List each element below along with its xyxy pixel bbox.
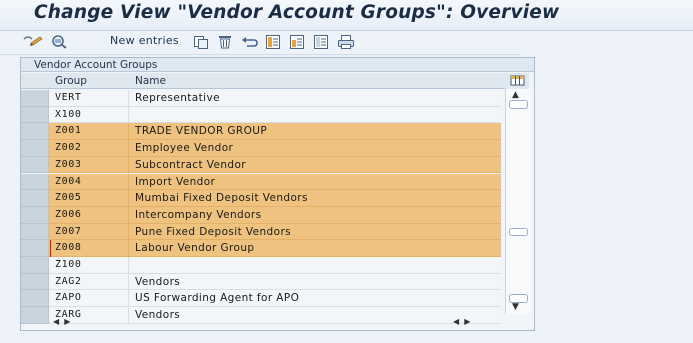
- group-cell[interactable]: Z008: [49, 240, 129, 257]
- toolbar-separator: [0, 54, 520, 55]
- copy-icon[interactable]: [193, 34, 209, 50]
- group-cell[interactable]: Z002: [49, 140, 129, 157]
- new-entries-button[interactable]: New entries: [110, 34, 179, 47]
- application-toolbar: New entries: [0, 31, 693, 53]
- group-cell[interactable]: ZAPO: [49, 290, 129, 308]
- column-header-name[interactable]: Name: [129, 73, 505, 89]
- table-row[interactable]: Z008 Labour Vendor Group: [21, 240, 501, 257]
- title-bar: Change View "Vendor Account Groups": Ove…: [0, 0, 693, 31]
- vertical-scrollbar[interactable]: ▲ ▼: [505, 89, 530, 314]
- group-column-scroll[interactable]: ◀ ▶: [53, 316, 70, 328]
- page-title: Change View "Vendor Account Groups": Ove…: [34, 2, 560, 23]
- table-row[interactable]: Z100: [21, 257, 501, 274]
- scroll-right-icon[interactable]: ▶: [64, 317, 70, 326]
- name-cell[interactable]: TRADE VENDOR GROUP: [129, 123, 501, 141]
- print-icon[interactable]: [337, 34, 355, 50]
- row-selector[interactable]: [21, 90, 49, 107]
- group-cell[interactable]: Z005: [49, 190, 129, 207]
- name-cell[interactable]: Representative: [129, 90, 501, 107]
- row-selector[interactable]: [21, 240, 49, 257]
- scroll-right-icon[interactable]: ▶: [464, 317, 470, 326]
- scroll-up-icon[interactable]: ▲: [512, 91, 519, 100]
- deselect-all-icon[interactable]: [313, 34, 329, 50]
- name-cell[interactable]: Pune Fixed Deposit Vendors: [129, 223, 501, 241]
- select-block-icon[interactable]: [289, 34, 305, 50]
- group-cell[interactable]: Z001: [49, 123, 129, 141]
- row-selector[interactable]: [21, 123, 49, 141]
- name-cell[interactable]: Subcontract Vendor: [129, 156, 501, 174]
- table-row[interactable]: ZAPO US Forwarding Agent for APO: [21, 290, 501, 308]
- name-cell[interactable]: Labour Vendor Group: [129, 240, 501, 257]
- group-cell[interactable]: Z100: [49, 257, 129, 274]
- table-row[interactable]: Z007 Pune Fixed Deposit Vendors: [21, 223, 501, 241]
- group-cell[interactable]: VERT: [49, 90, 129, 107]
- row-selector[interactable]: [21, 140, 49, 157]
- row-selector[interactable]: [21, 290, 49, 308]
- group-cell[interactable]: Z004: [49, 173, 129, 191]
- table-settings-icon: [510, 75, 525, 86]
- other-view-icon[interactable]: [50, 34, 70, 50]
- table-row[interactable]: Z002 Employee Vendor: [21, 140, 501, 157]
- delete-icon[interactable]: [217, 34, 233, 50]
- group-cell[interactable]: Z006: [49, 206, 129, 224]
- table-row[interactable]: X100: [21, 106, 501, 124]
- row-selector[interactable]: [21, 190, 49, 207]
- group-cell[interactable]: Z007: [49, 223, 129, 241]
- row-selector[interactable]: [21, 307, 49, 324]
- scroll-left-icon[interactable]: ◀: [53, 317, 59, 326]
- row-selector[interactable]: [21, 206, 49, 224]
- name-cell[interactable]: Intercompany Vendors: [129, 206, 501, 224]
- name-cell[interactable]: Vendors: [129, 307, 501, 324]
- column-header-group[interactable]: Group: [49, 73, 129, 89]
- name-cell[interactable]: Vendors: [129, 273, 501, 291]
- scroll-top-thumb[interactable]: [509, 100, 528, 109]
- display-change-icon[interactable]: [22, 34, 44, 50]
- name-cell[interactable]: [129, 257, 501, 274]
- table-row[interactable]: Z004 Import Vendor: [21, 173, 501, 191]
- name-cell[interactable]: Employee Vendor: [129, 140, 501, 157]
- name-cell[interactable]: Mumbai Fixed Deposit Vendors: [129, 190, 501, 207]
- text-cursor: [50, 240, 51, 257]
- table-row[interactable]: Z006 Intercompany Vendors: [21, 206, 501, 224]
- row-selector[interactable]: [21, 173, 49, 191]
- row-selector[interactable]: [21, 273, 49, 291]
- group-cell[interactable]: ZAG2: [49, 273, 129, 291]
- scroll-thumb[interactable]: [509, 228, 528, 236]
- table-row[interactable]: VERT Representative: [21, 90, 501, 107]
- name-cell[interactable]: US Forwarding Agent for APO: [129, 290, 501, 308]
- table-row[interactable]: ZARG Vendors: [21, 307, 501, 324]
- table-row[interactable]: Z001 TRADE VENDOR GROUP: [21, 123, 501, 141]
- row-selector[interactable]: [21, 156, 49, 174]
- table-control: Vendor Account Groups Group Name VERT Rep…: [20, 57, 535, 331]
- table-title: Vendor Account Groups: [21, 58, 534, 72]
- select-all-icon[interactable]: [265, 34, 281, 50]
- table-row[interactable]: ZAG2 Vendors: [21, 273, 501, 291]
- select-all-rows-button[interactable]: [21, 73, 49, 89]
- row-selector[interactable]: [21, 106, 49, 124]
- scroll-left-icon[interactable]: ◀: [453, 317, 459, 326]
- group-cell[interactable]: X100: [49, 106, 129, 124]
- table-settings-button[interactable]: [505, 73, 529, 89]
- table-row[interactable]: Z005 Mumbai Fixed Deposit Vendors: [21, 190, 501, 207]
- name-cell[interactable]: [129, 106, 501, 124]
- row-selector[interactable]: [21, 257, 49, 274]
- name-column-scroll[interactable]: ◀ ▶: [453, 316, 470, 328]
- undo-icon[interactable]: [241, 34, 259, 50]
- scroll-down-icon[interactable]: ▼: [512, 303, 519, 312]
- name-cell[interactable]: Import Vendor: [129, 173, 501, 191]
- table-row[interactable]: Z003 Subcontract Vendor: [21, 156, 501, 174]
- group-cell[interactable]: Z003: [49, 156, 129, 174]
- row-selector[interactable]: [21, 223, 49, 241]
